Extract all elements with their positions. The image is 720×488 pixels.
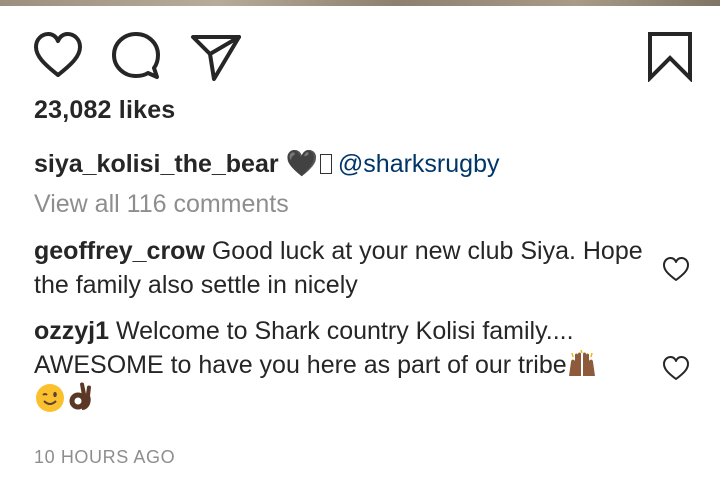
raised-hands-emoji [568, 350, 595, 376]
wink-emoji [36, 384, 64, 412]
view-all-comments-link[interactable]: View all 116 comments [34, 190, 289, 219]
mention-link[interactable]: @sharksrugby [338, 150, 500, 178]
comment-item: geoffrey_crow Good luck at your new club… [34, 234, 644, 302]
comment-item: ozzyj1 Welcome to Shark country Kolisi f… [34, 314, 644, 418]
comment-heart-icon[interactable] [662, 256, 690, 284]
comment-username[interactable]: ozzyj1 [34, 317, 109, 345]
black-heart-emoji: 🖤 [285, 148, 318, 178]
ok-hand-emoji [69, 382, 91, 410]
post-action-bar [0, 24, 720, 84]
post-timestamp: 10 HOURS AGO [34, 447, 176, 467]
heart-icon[interactable] [32, 30, 84, 82]
likes-count[interactable]: 23,082 likes [34, 96, 175, 125]
missing-glyph-icon [319, 154, 332, 174]
comment-username[interactable]: geoffrey_crow [34, 237, 205, 265]
caption-username[interactable]: siya_kolisi_the_bear [34, 150, 279, 178]
comment-bubble-icon[interactable] [110, 30, 162, 82]
post-photo-bottom-edge [0, 0, 720, 6]
comment-text: Welcome to Shark country Kolisi family..… [34, 317, 574, 379]
paper-plane-icon[interactable] [190, 30, 242, 82]
post-caption: siya_kolisi_the_bear 🖤 @sharksrugby [34, 146, 499, 181]
bookmark-icon[interactable] [644, 30, 696, 82]
comment-heart-icon[interactable] [662, 355, 690, 383]
